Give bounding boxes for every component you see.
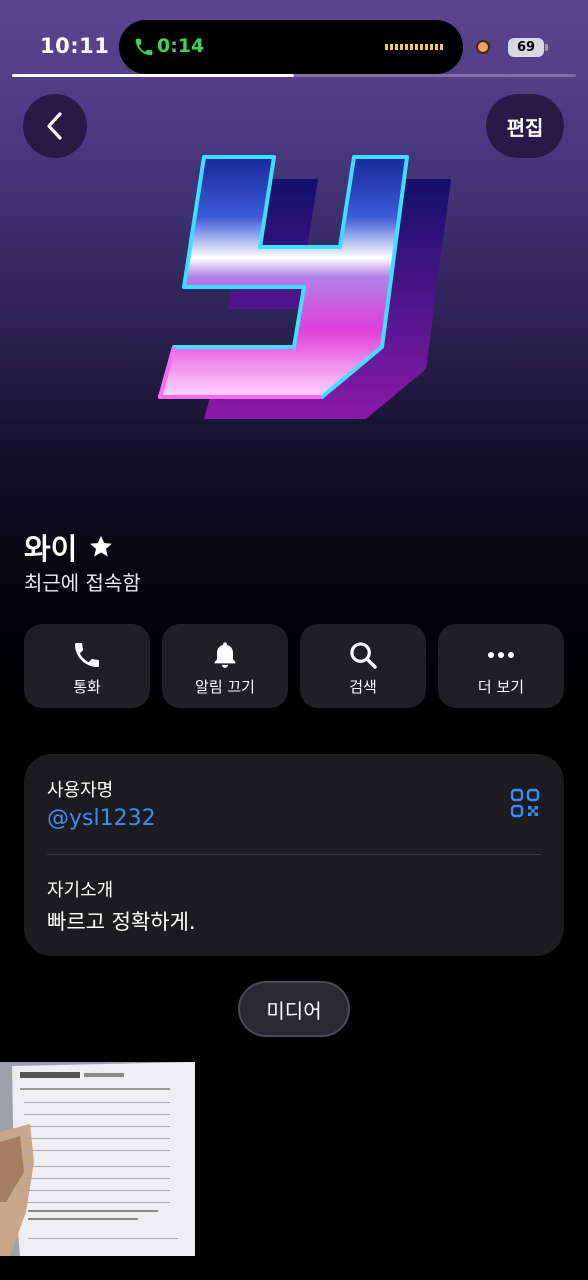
clock: 10:11 [40, 34, 110, 58]
audio-waveform-icon [385, 44, 443, 50]
call-icon [135, 38, 153, 56]
username-link[interactable]: @ysl1232 [47, 806, 156, 831]
star-icon[interactable] [87, 533, 115, 561]
more-button-label: 더 보기 [477, 678, 525, 696]
search-button-label: 검색 [349, 678, 377, 696]
media-thumbnail[interactable] [0, 1062, 195, 1256]
info-divider [47, 854, 541, 855]
action-buttons: 통화 알림 끄기 검색 더 보기 [24, 624, 564, 708]
bio-label: 자기소개 [47, 880, 114, 901]
search-icon [350, 642, 377, 669]
mute-button-label: 알림 끄기 [195, 678, 255, 696]
qr-code-icon[interactable] [510, 788, 540, 818]
profile-name: 와이 [24, 532, 78, 566]
phone-icon [75, 643, 99, 667]
search-button[interactable]: 검색 [300, 624, 426, 708]
more-icon [488, 652, 514, 658]
call-duration: 0:14 [157, 35, 205, 57]
battery-tip [545, 44, 548, 51]
more-button[interactable]: 더 보기 [438, 624, 564, 708]
chevron-left-icon [47, 112, 62, 140]
document-photo-image [0, 1062, 195, 1256]
video-progress-fill [12, 74, 294, 77]
username-label: 사용자명 [47, 780, 114, 801]
profile-name-row: 와이 [24, 526, 115, 568]
bell-icon [214, 642, 236, 668]
call-button[interactable]: 통화 [24, 624, 150, 708]
profile-avatar-logo [158, 155, 451, 419]
dynamic-island[interactable]: 0:14 [119, 20, 463, 74]
call-button-label: 통화 [73, 678, 101, 696]
battery-indicator: 69 [508, 38, 544, 57]
privacy-indicator-icon [476, 40, 490, 54]
last-seen-status: 최근에 접속함 [24, 571, 141, 595]
video-progress-bar [12, 74, 576, 77]
media-tab-button[interactable]: 미디어 [238, 981, 350, 1037]
bio-text: 빠르고 정확하게. [47, 910, 196, 934]
mute-notifications-button[interactable]: 알림 끄기 [162, 624, 288, 708]
edit-button[interactable]: 편집 [486, 94, 564, 158]
profile-info-card: 사용자명 @ysl1232 자기소개 빠르고 정확하게. [24, 754, 564, 956]
back-button[interactable] [23, 94, 87, 158]
status-bar: 10:11 0:14 69 [0, 0, 588, 80]
